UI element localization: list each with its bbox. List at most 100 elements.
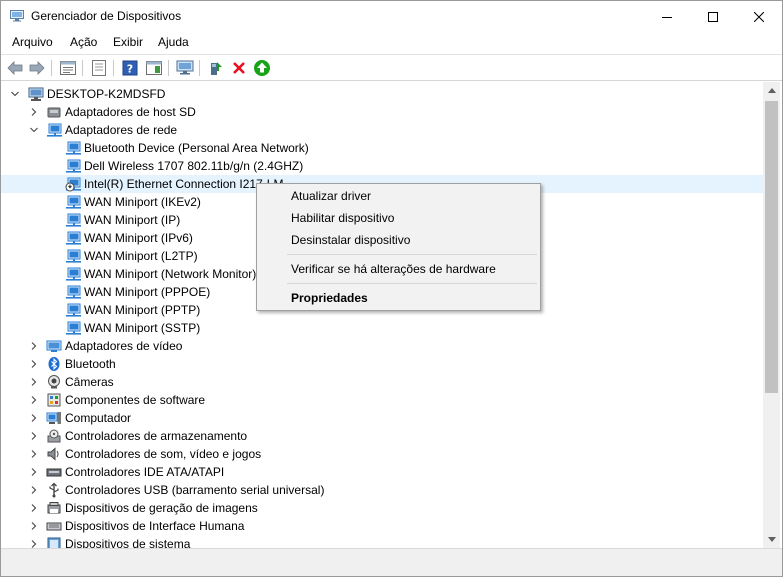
tree-category[interactable]: Câmeras xyxy=(1,373,763,391)
expand-toggle[interactable] xyxy=(29,538,39,548)
ctx-update-driver[interactable]: Atualizar driver xyxy=(258,185,539,207)
hid-icon xyxy=(46,522,62,531)
tree-device[interactable]: WAN Miniport (SSTP) xyxy=(1,319,763,337)
monitor-scan-icon xyxy=(176,60,194,75)
expand-toggle[interactable] xyxy=(29,394,39,406)
tree-category-label: Dispositivos de Interface Humana xyxy=(65,519,245,533)
tree-category[interactable]: Controladores de armazenamento xyxy=(1,427,763,445)
scan-hardware-button[interactable] xyxy=(175,58,195,78)
hid-icon-wrap xyxy=(46,518,62,534)
tree-device-label: WAN Miniport (IKEv2) xyxy=(84,195,201,209)
tree-category[interactable]: Adaptadores de host SD xyxy=(1,103,763,121)
context-menu: Atualizar driver Habilitar dispositivo D… xyxy=(256,183,541,311)
chevron-right-icon xyxy=(31,468,37,476)
chevron-down-icon xyxy=(11,91,19,97)
tree-root-computer[interactable]: DESKTOP-K2MDSFD xyxy=(1,85,763,103)
expand-toggle[interactable] xyxy=(29,484,39,496)
title-bar[interactable]: Gerenciador de Dispositivos xyxy=(1,1,782,32)
ctx-scan-hardware[interactable]: Verificar se há alterações de hardware xyxy=(258,258,539,280)
expand-toggle[interactable] xyxy=(29,358,39,370)
tree-category[interactable]: Bluetooth xyxy=(1,355,763,373)
tree-device-label: Intel(R) Ethernet Connection I217-LM xyxy=(84,177,284,191)
usb-icon xyxy=(49,482,59,498)
tree-category[interactable]: Componentes de software xyxy=(1,391,763,409)
tree-device[interactable]: Bluetooth Device (Personal Area Network) xyxy=(1,139,763,157)
minimize-button[interactable] xyxy=(644,1,690,32)
forward-icon xyxy=(29,61,45,75)
forward-button[interactable] xyxy=(27,58,47,78)
system-device-icon xyxy=(47,537,61,548)
menu-arquivo[interactable]: Arquivo xyxy=(12,35,53,49)
expand-toggle[interactable] xyxy=(29,412,39,424)
expand-toggle[interactable] xyxy=(29,448,39,460)
properties-button[interactable] xyxy=(58,58,78,78)
scrollbar-thumb[interactable] xyxy=(765,101,778,393)
chevron-right-icon xyxy=(31,504,37,512)
ctx-properties[interactable]: Propriedades xyxy=(258,287,539,309)
help-icon: ? xyxy=(122,60,138,76)
sd-host-icon-wrap xyxy=(46,104,62,120)
device-tree[interactable]: DESKTOP-K2MDSFD Adaptadores de host SD Ada… xyxy=(1,82,763,548)
network-adapter-icon-wrap xyxy=(65,248,81,264)
show-hide-button[interactable] xyxy=(89,58,109,78)
chevron-right-icon xyxy=(31,450,37,458)
update-driver-icon xyxy=(254,60,270,76)
collapse-toggle[interactable] xyxy=(10,88,20,100)
update-driver-button[interactable] xyxy=(252,58,272,78)
help-button[interactable]: ? xyxy=(120,58,140,78)
tree-category[interactable]: Dispositivos de sistema xyxy=(1,535,763,548)
ctx-enable-device[interactable]: Habilitar dispositivo xyxy=(258,207,539,229)
tree-device-label: WAN Miniport (L2TP) xyxy=(84,249,198,263)
chevron-down-icon xyxy=(30,127,38,133)
tree-device-label: WAN Miniport (SSTP) xyxy=(84,321,201,335)
collapse-toggle[interactable] xyxy=(29,124,39,136)
tree-device-label: WAN Miniport (PPPOE) xyxy=(84,285,211,299)
network-adapter-icon xyxy=(66,249,81,263)
vertical-scrollbar[interactable] xyxy=(763,82,780,548)
properties-icon xyxy=(60,61,76,75)
scroll-up-button[interactable] xyxy=(763,82,780,99)
network-adapter-icon xyxy=(66,267,81,281)
uninstall-button[interactable] xyxy=(229,58,249,78)
network-adapter-icon-wrap xyxy=(65,212,81,228)
network-adapter-icon xyxy=(66,195,81,209)
expand-toggle[interactable] xyxy=(29,466,39,478)
expand-toggle[interactable] xyxy=(29,106,39,118)
tree-category[interactable]: Computador xyxy=(1,409,763,427)
menu-ajuda[interactable]: Ajuda xyxy=(158,35,189,49)
tree-category[interactable]: Controladores IDE ATA/ATAPI xyxy=(1,463,763,481)
expand-toggle[interactable] xyxy=(29,376,39,388)
expand-toggle[interactable] xyxy=(29,340,39,352)
close-button[interactable] xyxy=(736,1,782,32)
ctx-uninstall-device[interactable]: Desinstalar dispositivo xyxy=(258,229,539,251)
expand-toggle[interactable] xyxy=(29,520,39,532)
back-button[interactable] xyxy=(5,58,25,78)
chevron-right-icon xyxy=(31,522,37,530)
chevron-right-icon xyxy=(31,342,37,350)
scroll-down-button[interactable] xyxy=(763,531,780,548)
menu-acao[interactable]: Ação xyxy=(70,35,97,49)
tree-category-label: Componentes de software xyxy=(65,393,206,407)
disabled-network-adapter-icon xyxy=(65,177,81,192)
maximize-button[interactable] xyxy=(690,1,736,32)
tree-category[interactable]: Dispositivos de Interface Humana xyxy=(1,517,763,535)
minimize-icon xyxy=(662,16,672,18)
computer-root-icon xyxy=(28,87,44,101)
tree-category[interactable]: Controladores USB (barramento serial uni… xyxy=(1,481,763,499)
menu-exibir[interactable]: Exibir xyxy=(113,35,143,49)
tree-category[interactable]: Adaptadores de vídeo xyxy=(1,337,763,355)
expand-toggle[interactable] xyxy=(29,430,39,442)
action-pane-button[interactable] xyxy=(144,58,164,78)
tree-category[interactable]: Controladores de som, vídeo e jogos xyxy=(1,445,763,463)
network-adapter-icon-wrap xyxy=(65,266,81,282)
network-adapter-icon-wrap xyxy=(65,158,81,174)
network-adapter-icon xyxy=(47,123,62,137)
add-driver-button[interactable] xyxy=(206,58,226,78)
tree-category[interactable]: Adaptadores de rede xyxy=(1,121,763,139)
tree-category-label: Computador xyxy=(65,411,132,425)
chevron-right-icon xyxy=(31,432,37,440)
tree-category[interactable]: Dispositivos de geração de imagens xyxy=(1,499,763,517)
expand-toggle[interactable] xyxy=(29,502,39,514)
toolbar: ? xyxy=(1,54,782,81)
tree-device[interactable]: Dell Wireless 1707 802.11b/g/n (2.4GHZ) xyxy=(1,157,763,175)
